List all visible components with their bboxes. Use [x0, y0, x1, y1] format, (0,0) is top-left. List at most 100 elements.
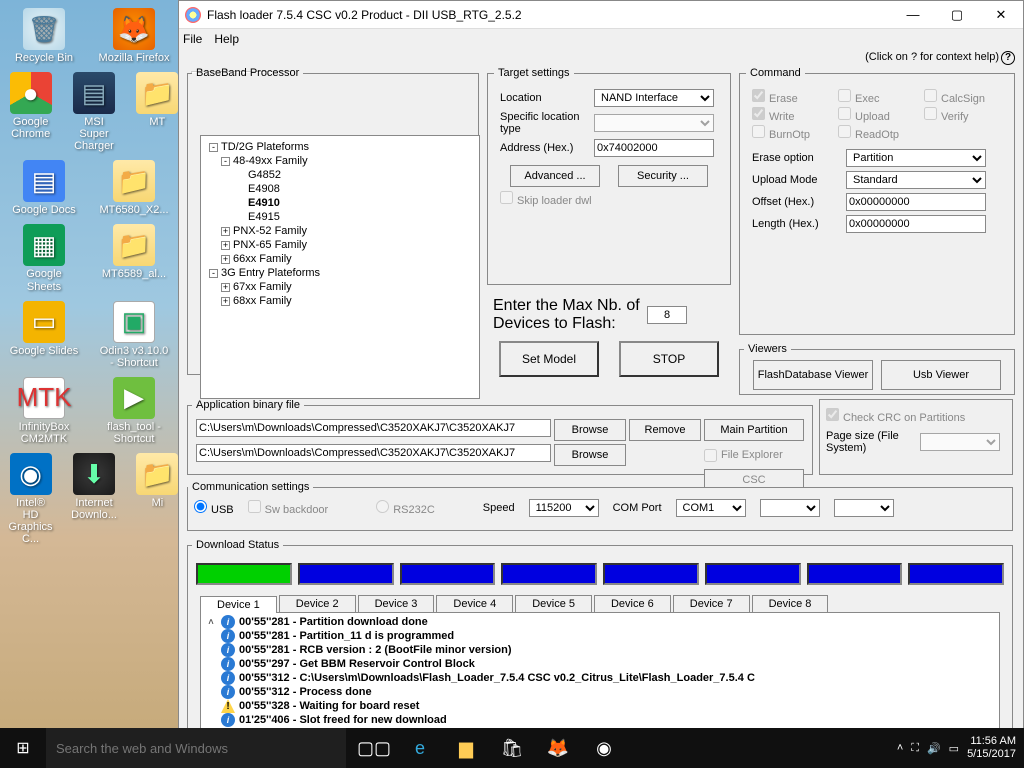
- log-line: !00'55''328 - Waiting for board reset: [203, 699, 997, 713]
- flash-loader-window: Flash loader 7.5.4 CSC v0.2 Product - DI…: [178, 0, 1024, 768]
- tree-node[interactable]: E4910: [201, 196, 479, 210]
- skip-loader-checkbox: [500, 191, 513, 204]
- desktop-icon[interactable]: 📁MT6589_al...: [98, 224, 170, 292]
- maximize-button[interactable]: ▢: [935, 1, 979, 29]
- calcsign-checkbox: [924, 89, 937, 102]
- device-tab[interactable]: Device 8: [752, 595, 829, 612]
- advanced-button[interactable]: Advanced ...: [510, 165, 600, 187]
- specific-loc-select: [594, 114, 714, 132]
- log-line: i00'55''297 - Get BBM Reservoir Control …: [203, 657, 997, 671]
- desktop-icon[interactable]: ▶flash_tool - Shortcut: [98, 377, 170, 445]
- menu-file[interactable]: File: [183, 32, 202, 46]
- length-input[interactable]: [846, 215, 986, 233]
- tree-node[interactable]: +68xx Family: [201, 294, 479, 308]
- tree-node[interactable]: +66xx Family: [201, 252, 479, 266]
- minimize-button[interactable]: —: [891, 1, 935, 29]
- progress-device-8: [908, 563, 1004, 585]
- device-tab[interactable]: Device 2: [279, 595, 356, 612]
- device-tabs: Device 1Device 2Device 3Device 4Device 5…: [200, 595, 1000, 612]
- desktop-icon[interactable]: 🦊Mozilla Firefox: [98, 8, 170, 64]
- desktop-icon[interactable]: ▣Odin3 v3.10.0 - Shortcut: [98, 301, 170, 369]
- log-panel[interactable]: ˄i00'55''281 - Partition download done i0…: [200, 612, 1000, 742]
- main-partition-button[interactable]: Main Partition: [704, 419, 804, 441]
- speed-select[interactable]: 115200: [529, 499, 599, 517]
- browse-2-button[interactable]: Browse: [554, 444, 626, 466]
- tree-node[interactable]: +67xx Family: [201, 280, 479, 294]
- desktop-icon[interactable]: ●Google Chrome: [8, 72, 53, 152]
- desktop-icon[interactable]: ◉Intel® HD Graphics C...: [8, 453, 53, 545]
- desktop-icon[interactable]: ▦Google Sheets: [8, 224, 80, 292]
- max-devices-input[interactable]: [647, 306, 687, 324]
- tree-node[interactable]: E4908: [201, 182, 479, 196]
- tree-node[interactable]: E4915: [201, 210, 479, 224]
- taskbar-clock[interactable]: 11:56 AM5/15/2017: [967, 735, 1016, 761]
- specific-loc-label: Specific location type: [500, 111, 590, 135]
- tree-node[interactable]: +PNX-65 Family: [201, 238, 479, 252]
- sw-backdoor-checkbox: [248, 500, 261, 513]
- flashdb-viewer-button[interactable]: FlashDatabase Viewer: [753, 360, 873, 390]
- device-tab[interactable]: Device 3: [358, 595, 435, 612]
- desktop-icon[interactable]: 🗑Recycle Bin: [8, 8, 80, 64]
- progress-bars: [196, 563, 1004, 585]
- task-view-icon[interactable]: ▢▢: [352, 728, 396, 768]
- browse-1-button[interactable]: Browse: [554, 419, 626, 441]
- location-select[interactable]: NAND Interface: [594, 89, 714, 107]
- device-tab[interactable]: Device 1: [200, 596, 277, 613]
- offset-input[interactable]: [846, 193, 986, 211]
- close-button[interactable]: ✕: [979, 1, 1023, 29]
- taskbar: ⊞ ▢▢ e ▆ 🛍 🦊 ◉ ˄ ⛶ 🔊 ▭ 11:56 AM5/15/2017: [0, 728, 1024, 768]
- desktop-icon[interactable]: 📁MT: [135, 72, 180, 152]
- window-body: (Click on ? for context help)? ST BaseBa…: [179, 49, 1023, 767]
- desktop-icon[interactable]: MTKInfinityBox CM2MTK: [8, 377, 80, 445]
- tree-node[interactable]: G4852: [201, 168, 479, 182]
- comport-select[interactable]: COM1: [676, 499, 746, 517]
- address-input[interactable]: [594, 139, 714, 157]
- desktop-icon[interactable]: ▤MSI Super Charger: [71, 72, 116, 152]
- desktop-icon[interactable]: 📁Mi: [135, 453, 180, 545]
- desktop-icon[interactable]: ▭Google Slides: [8, 301, 80, 369]
- device-tab[interactable]: Device 4: [436, 595, 513, 612]
- desktop-icon[interactable]: ▤Google Docs: [8, 160, 80, 216]
- device-tab[interactable]: Device 5: [515, 595, 592, 612]
- extra-select-2[interactable]: [834, 499, 894, 517]
- erase-option-select[interactable]: Partition: [846, 149, 986, 167]
- tray-input-icon[interactable]: ▭: [949, 742, 959, 755]
- store-icon[interactable]: 🛍: [490, 728, 534, 768]
- remove-button[interactable]: Remove: [629, 419, 701, 441]
- desktop-icon[interactable]: 📁MT6580_X2...: [98, 160, 170, 216]
- start-button[interactable]: ⊞: [0, 728, 46, 768]
- page-size-select: [920, 433, 1000, 451]
- device-tab[interactable]: Device 6: [594, 595, 671, 612]
- usb-viewer-button[interactable]: Usb Viewer: [881, 360, 1001, 390]
- tree-node[interactable]: -TD/2G Plateforms: [201, 140, 479, 154]
- firefox-taskbar-icon[interactable]: 🦊: [536, 728, 580, 768]
- tray-chevron-icon[interactable]: ˄: [897, 742, 903, 754]
- flashloader-taskbar-icon[interactable]: ◉: [582, 728, 626, 768]
- set-model-button[interactable]: Set Model: [499, 341, 599, 377]
- progress-device-3: [400, 563, 496, 585]
- desktop-icon[interactable]: ⬇Internet Downlo...: [71, 453, 117, 545]
- edge-icon[interactable]: e: [398, 728, 442, 768]
- upload-mode-select[interactable]: Standard: [846, 171, 986, 189]
- processor-tree[interactable]: -TD/2G Plateforms-48-49xx FamilyG4852E49…: [200, 135, 480, 399]
- log-line: ˄i00'55''281 - Partition download done: [203, 615, 997, 629]
- device-tab[interactable]: Device 7: [673, 595, 750, 612]
- tree-node[interactable]: -48-49xx Family: [201, 154, 479, 168]
- binary-path-1[interactable]: [196, 419, 551, 437]
- menu-help[interactable]: Help: [214, 32, 239, 46]
- file-explorer-icon[interactable]: ▆: [444, 728, 488, 768]
- usb-radio[interactable]: [194, 500, 207, 513]
- baseband-processor-group: BaseBand Processor -TD/2G Plateforms-48-…: [187, 67, 479, 375]
- address-label: Address (Hex.): [500, 142, 590, 154]
- tree-node[interactable]: -3G Entry Plateforms: [201, 266, 479, 280]
- taskbar-search[interactable]: [46, 728, 346, 768]
- security-button[interactable]: Security ...: [618, 165, 708, 187]
- log-line: i00'55''312 - C:\Users\m\Downloads\Flash…: [203, 671, 997, 685]
- extra-select-1[interactable]: [760, 499, 820, 517]
- help-icon[interactable]: ?: [1001, 51, 1015, 65]
- binary-path-2[interactable]: [196, 444, 551, 462]
- stop-button[interactable]: STOP: [619, 341, 719, 377]
- tray-network-icon[interactable]: ⛶: [911, 742, 919, 755]
- tree-node[interactable]: +PNX-52 Family: [201, 224, 479, 238]
- tray-volume-icon[interactable]: 🔊: [927, 742, 941, 755]
